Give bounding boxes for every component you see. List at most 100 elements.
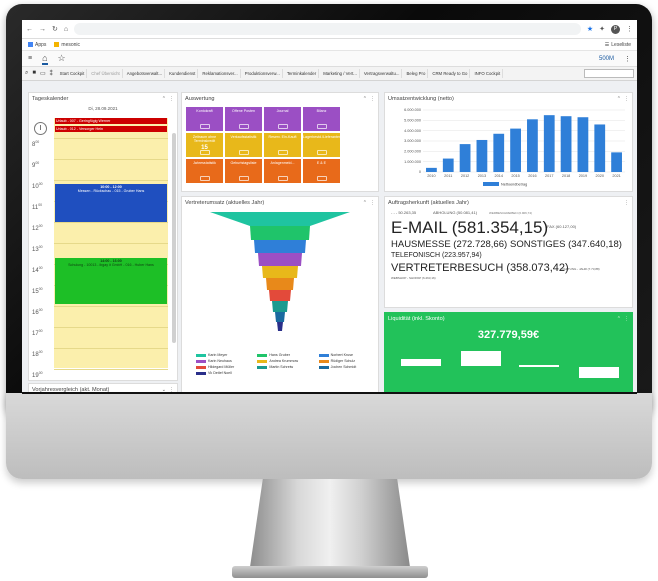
bar[interactable]	[459, 144, 471, 172]
zoom-indicator[interactable]: 500M	[599, 56, 614, 62]
window-icon[interactable]: ▭	[40, 70, 46, 77]
bar[interactable]	[543, 115, 555, 172]
toolbar-item[interactable]: Produktionsverw...	[243, 69, 283, 78]
bar[interactable]	[577, 117, 589, 172]
toolbar-item[interactable]: Start Cockpit	[58, 69, 88, 78]
evaluation-tile[interactable]: Lagerbestd./Lieferanten	[303, 133, 341, 157]
word-item[interactable]: TELEFONISCH (223.957,94)	[391, 252, 482, 259]
evaluation-tile[interactable]: Journal	[264, 107, 301, 131]
funnel-segment[interactable]	[262, 266, 298, 278]
hamburger-icon[interactable]: ≡	[28, 55, 32, 62]
calendar-grid[interactable]: Urlaub - 007 - Geringfügig Werner Urlaub…	[54, 118, 168, 370]
liquidity-bar	[401, 359, 441, 366]
funnel-segment[interactable]	[266, 278, 294, 290]
word-item[interactable]: VERTRETERBESUCH (358.073,42)	[391, 262, 569, 274]
star-icon[interactable]: ★	[587, 25, 593, 33]
collapse-icon[interactable]: ⌃	[363, 96, 367, 102]
bar[interactable]	[442, 158, 454, 172]
evaluation-tile[interactable]: Kontokraft	[186, 107, 223, 131]
toolbar-item[interactable]: Angebotsverwalt...	[125, 69, 166, 78]
word-item[interactable]: E-MAIL (581.354,15)	[391, 218, 548, 238]
panel-menu-icon[interactable]: ⋮	[370, 200, 375, 206]
calendar-date[interactable]: Di, 28.09.2021	[29, 106, 177, 111]
toolbar-item[interactable]: Vertragsverwaltu...	[362, 69, 403, 78]
tile-label: Zeitraum ohne Terminskredit	[192, 135, 217, 143]
toolbar-item[interactable]: CRM Ready to Go	[430, 69, 471, 78]
app-home-icon[interactable]: ⌂	[42, 53, 48, 65]
bookmark-apps[interactable]: Apps	[28, 42, 46, 48]
bar[interactable]	[476, 139, 488, 172]
panel-menu-icon[interactable]: ⋮	[169, 96, 174, 102]
funnel-segment[interactable]	[258, 253, 302, 266]
word-item[interactable]: - - - 50.263,35	[391, 210, 416, 215]
address-bar[interactable]	[74, 23, 581, 35]
evaluation-tile[interactable]: Reserv. Ein-Kauft	[264, 133, 301, 157]
evaluation-tile[interactable]: Jahresstatistik	[186, 159, 223, 183]
more-icon[interactable]: ⋮	[624, 55, 631, 63]
calendar-event[interactable]: 10:00 - 12:00 Messen - Rückschau - 015 -…	[55, 184, 167, 222]
panel-menu-icon[interactable]: ⋮	[624, 316, 629, 322]
extensions-icon[interactable]: ✦	[599, 25, 605, 33]
evaluation-tile[interactable]: Anlagenmeld...	[264, 159, 301, 183]
lock-icon[interactable]: ■	[32, 70, 36, 77]
calendar-day-view[interactable]: 800 900 1000 1100 1200 1300 1400 1500 1600 1700 18…	[32, 118, 172, 379]
collapse-icon[interactable]: ⌃	[363, 200, 367, 206]
back-icon[interactable]: ←	[26, 26, 33, 33]
evaluation-tile[interactable]: Zeitraum ohne Terminskredit 15	[186, 133, 223, 157]
word-item[interactable]: SONSTIGES (347.640,18)	[510, 239, 622, 250]
evaluation-tile[interactable]: Offene Posten	[225, 107, 262, 131]
bar[interactable]	[527, 119, 538, 172]
evaluation-tile[interactable]: Verkaufsstatistik	[225, 133, 262, 157]
word-item[interactable]: ABHOLUNG (50.081,41)	[433, 210, 477, 215]
reload-icon[interactable]: ↻	[52, 25, 58, 33]
toolbar-item[interactable]: Terminkalender	[285, 69, 320, 78]
collapse-icon[interactable]: ⌃	[617, 96, 621, 102]
word-item[interactable]: WERBESCHREIBEN (6.906,74)	[489, 211, 532, 215]
funnel-segment[interactable]	[254, 240, 306, 253]
toolbar-item[interactable]: Marketing / Vert...	[321, 69, 360, 78]
collapse-icon[interactable]: ⌃	[617, 316, 621, 322]
panel-menu-icon[interactable]: ⋮	[370, 96, 375, 102]
collapse-icon[interactable]: ⌃	[162, 96, 166, 102]
funnel-segment[interactable]	[272, 301, 288, 312]
funnel-segment[interactable]	[277, 322, 283, 331]
funnel-segment[interactable]	[275, 312, 285, 322]
bar[interactable]	[426, 167, 437, 172]
toolbar-search-input[interactable]	[584, 69, 634, 78]
word-item[interactable]: WARTUNG - JAHR (7.73,88)	[561, 267, 600, 271]
forward-icon[interactable]: →	[39, 26, 46, 33]
panel-menu-icon[interactable]: ⋮	[624, 200, 629, 206]
panel-menu-icon[interactable]: ⋮	[624, 96, 629, 102]
evaluation-tile[interactable]: E & E	[303, 159, 340, 183]
bookmark-mesonic[interactable]: mesonic	[54, 42, 80, 48]
word-item[interactable]: WEBSHOP - SHOPAP (6.263,16)	[391, 276, 436, 280]
bar[interactable]	[493, 133, 505, 172]
toolbar-item[interactable]: Beleg Pro	[404, 69, 429, 78]
home-icon[interactable]: ⌂	[64, 26, 68, 33]
calendar-event[interactable]: Urlaub - 007 - Geringfügig Werner	[55, 118, 167, 124]
funnel-segment[interactable]	[269, 290, 291, 301]
funnel-segment[interactable]	[250, 226, 310, 240]
word-item[interactable]: FAX (60.127,00)	[547, 224, 576, 229]
bar[interactable]	[594, 124, 606, 172]
toolbar-item[interactable]: Kundendienst	[167, 69, 199, 78]
funnel-segment[interactable]	[210, 212, 350, 226]
toolbar-item[interactable]: INFO Cockpit	[472, 69, 504, 78]
search-icon[interactable]: ⌕	[25, 70, 28, 77]
reading-list[interactable]: ☰ Leseliste	[605, 42, 631, 48]
menu-icon[interactable]: ⋮	[626, 25, 633, 33]
bar[interactable]	[611, 152, 622, 172]
bar[interactable]	[560, 116, 572, 172]
favorite-star-icon[interactable]: ☆	[58, 53, 66, 64]
calendar-event[interactable]: 14:00 - 16:00 Schulung - 10013 - ibgay i…	[55, 258, 167, 304]
evaluation-tile[interactable]: Bilanz	[303, 107, 340, 131]
layout-icon[interactable]: ⁑	[50, 70, 53, 77]
toolbar-item[interactable]: Reklamationsver...	[200, 69, 241, 78]
evaluation-tile[interactable]: Geburtstagsliste	[225, 159, 262, 183]
toolbar-item[interactable]: Chef Übersicht	[89, 69, 123, 78]
word-item[interactable]: HAUSMESSE (272.728,66)	[391, 239, 507, 250]
profile-avatar[interactable]: P	[611, 24, 620, 34]
bar[interactable]	[510, 128, 521, 172]
scrollbar[interactable]	[172, 133, 176, 343]
calendar-event[interactable]: Urlaub - 012 - Versorger Hein	[55, 126, 167, 132]
